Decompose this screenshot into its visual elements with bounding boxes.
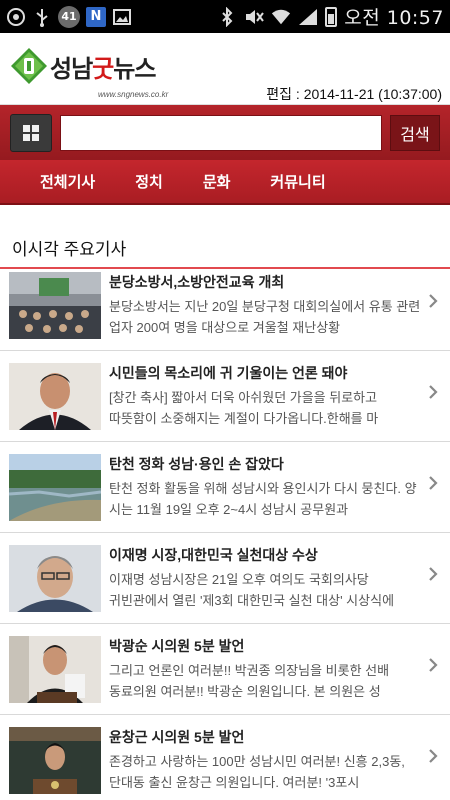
article-thumbnail <box>9 544 101 612</box>
article-thumbnail <box>9 453 101 521</box>
nav-item-all-articles[interactable]: 전체기사 <box>40 171 95 192</box>
bluetooth-icon <box>217 6 237 27</box>
logo-mark-icon <box>11 48 47 84</box>
article-item[interactable]: 윤창근 시의원 5분 발언 존경하고 사랑하는 100만 성남시민 여러분! 신… <box>0 715 450 800</box>
article-title: 박광순 시의원 5분 발언 <box>109 638 245 654</box>
article-item[interactable]: 시민들의 목소리에 귀 기울이는 언론 돼야 [창간 축사] 짧아서 더욱 아쉬… <box>0 351 450 442</box>
battery-icon <box>325 6 338 27</box>
logo-text-mark: 굿 <box>92 55 114 83</box>
signal-icon <box>298 7 318 27</box>
article-item[interactable]: 박광순 시의원 5분 발언 그리고 언론인 여러분!! 박권종 의장님을 비롯한… <box>0 624 450 715</box>
site-logo[interactable]: 성남굿뉴스 <box>10 47 156 85</box>
search-button[interactable]: 검색 <box>390 114 440 151</box>
article-thumbnail <box>9 726 101 794</box>
article-title: 시민들의 목소리에 귀 기울이는 언론 돼야 <box>109 365 348 381</box>
ubuntu-icon <box>6 7 26 27</box>
article-title: 윤창근 시의원 5분 발언 <box>109 729 245 745</box>
site-header: 성남굿뉴스 www.sngnews.co.kr 편집 : 2014-11-21 … <box>0 33 450 105</box>
article-summary: 이재명 성남시장은 21일 오후 여의도 국회의사당 귀빈관에서 열린 '제3회… <box>109 572 395 608</box>
article-thumbnail <box>9 362 101 430</box>
n-app-icon: N <box>86 6 106 27</box>
main-nav: 전체기사 정치 문화 커뮤니티 <box>0 160 450 205</box>
article-title: 이재명 시장,대한민국 실천대상 수상 <box>109 547 318 563</box>
article-summary: 그리고 언론인 여러분!! 박권종 의장님을 비롯한 선배 동료의원 여러분!!… <box>109 663 390 699</box>
nav-item-culture[interactable]: 문화 <box>203 171 231 192</box>
article-title: 탄천 정화 성남·용인 손 잡았다 <box>109 456 284 472</box>
usb-icon <box>32 7 52 27</box>
article-item[interactable]: 이재명 시장,대한민국 실천대상 수상 이재명 성남시장은 21일 오후 여의도… <box>0 533 450 624</box>
mute-icon <box>244 7 265 27</box>
article-item[interactable]: 탄천 정화 성남·용인 손 잡았다 탄천 정화 활동을 위해 성남시와 용인시가… <box>0 442 450 533</box>
chevron-right-icon <box>429 476 438 490</box>
chevron-right-icon <box>429 294 438 308</box>
logo-text-tail: 뉴스 <box>113 55 156 83</box>
nav-item-politics[interactable]: 정치 <box>135 171 163 192</box>
article-title: 분당소방서,소방안전교육 개최 <box>109 274 285 290</box>
nav-item-community[interactable]: 커뮤니티 <box>270 171 325 192</box>
chevron-right-icon <box>429 658 438 672</box>
status-bar: 41 N 오전 10:57 <box>0 0 450 33</box>
article-thumbnail <box>9 635 101 703</box>
notification-badge: 41 <box>58 5 80 28</box>
grid-menu-icon <box>23 124 39 141</box>
logo-url: www.sngnews.co.kr <box>98 90 169 99</box>
clock: 오전 10:57 <box>344 7 444 29</box>
chevron-right-icon <box>429 749 438 763</box>
chevron-right-icon <box>429 567 438 581</box>
menu-button[interactable] <box>10 113 52 152</box>
edit-date: 편집 : 2014-11-21 (10:37:00) <box>266 86 442 102</box>
article-thumbnail <box>9 271 101 339</box>
wifi-icon <box>271 7 291 27</box>
search-bar: 검색 <box>0 105 450 160</box>
article-summary: 존경하고 사랑하는 100만 성남시민 여러분! 신흥 2,3동, 단대동 출신… <box>109 754 405 790</box>
article-list: 분당소방서,소방안전교육 개최 분당소방서는 지난 20일 분당구청 대회의실에… <box>0 260 450 800</box>
article-summary: 분당소방서는 지난 20일 분당구청 대회의실에서 유통 관련 업자 200여 … <box>109 299 421 335</box>
article-summary: 탄천 정화 활동을 위해 성남시와 용인시가 다시 뭉친다. 양 시는 11월 … <box>109 481 417 517</box>
article-summary: [창간 축사] 짧아서 더욱 아쉬웠던 가을을 뒤로하고 따뜻함이 소중해지는 … <box>109 390 379 426</box>
logo-text-main: 성남 <box>50 55 93 83</box>
chevron-right-icon <box>429 385 438 399</box>
article-item[interactable]: 분당소방서,소방안전교육 개최 분당소방서는 지난 20일 분당구청 대회의실에… <box>0 260 450 351</box>
image-icon <box>112 7 132 27</box>
search-input[interactable] <box>60 114 382 151</box>
